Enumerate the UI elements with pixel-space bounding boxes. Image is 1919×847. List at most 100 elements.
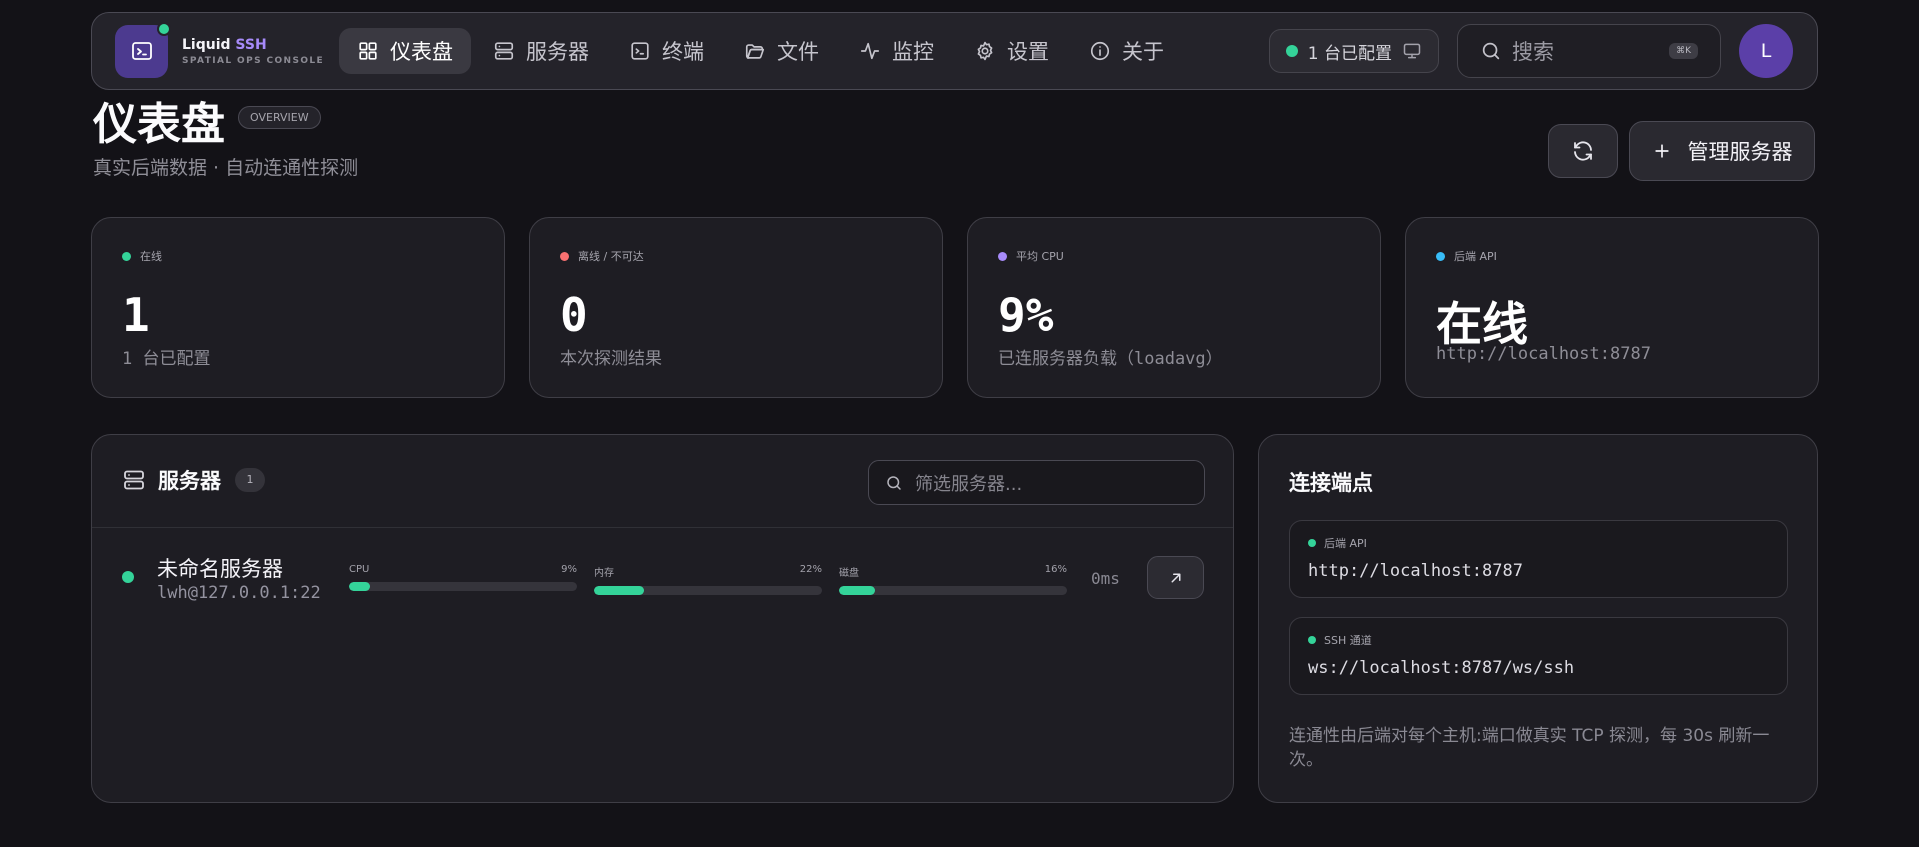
page-subtitle: 真实后端数据 · 自动连通性探测 (93, 157, 359, 179)
metric-bar (594, 586, 822, 595)
endpoints-panel: 连接端点 后端 API http://localhost:8787 SSH 通道… (1258, 434, 1818, 803)
servers-panel: 服务器 1 筛选服务器... 未命名服务器 lwh@127.0.0.1:22 C… (91, 434, 1234, 803)
tab-dashboard[interactable]: 仪表盘 (339, 28, 471, 74)
endpoint-ssh-channel[interactable]: SSH 通道 ws://localhost:8787/ws/ssh (1289, 617, 1788, 695)
status-dot (560, 251, 569, 261)
terminal-logo-icon (131, 42, 152, 60)
stat-desc: 本次探测结果 (560, 349, 662, 369)
metric-memory: 内存 22% (594, 564, 822, 595)
tab-files[interactable]: 文件 (726, 28, 837, 74)
plus-icon (1654, 144, 1669, 158)
status-dot (1308, 636, 1316, 644)
stat-label: 平均 CPU (998, 248, 1064, 264)
app-subtitle: SPATIAL OPS CONSOLE (182, 55, 325, 66)
tab-about[interactable]: 关于 (1071, 28, 1182, 74)
tab-label: 终端 (662, 40, 704, 64)
tab-servers[interactable]: 服务器 (475, 28, 607, 74)
endpoint-backend-api[interactable]: 后端 API http://localhost:8787 (1289, 520, 1788, 598)
tab-label: 设置 (1007, 40, 1049, 64)
grid-icon (359, 42, 377, 60)
page-title: 仪表盘 (93, 99, 225, 150)
metric-bar (839, 586, 1067, 595)
connectivity-note: 连通性由后端对每个主机:端口做真实 TCP 探测，每 30s 刷新一次。 (1289, 726, 1770, 770)
server-latency: 0ms (1091, 569, 1120, 588)
server-filter-input[interactable]: 筛选服务器... (868, 460, 1205, 505)
tab-terminal[interactable]: 终端 (611, 28, 722, 74)
endpoint-label: 后端 API (1308, 535, 1367, 551)
server-icon (124, 470, 144, 490)
tab-monitor[interactable]: 监控 (841, 28, 952, 74)
stat-label: 离线 / 不可达 (560, 248, 644, 264)
search-icon (1482, 42, 1500, 60)
server-row[interactable]: 未命名服务器 lwh@127.0.0.1:22 CPU 9% 内存 22% 磁盘 16… (92, 527, 1233, 625)
nav-tabs: 仪表盘 服务器 终端 文件 监控 设置 关于 (339, 28, 1186, 74)
tab-label: 监控 (892, 40, 934, 64)
stat-card-backend-api: 后端 API 在线 http://localhost:8787 (1405, 217, 1819, 398)
tab-label: 仪表盘 (390, 40, 453, 64)
overview-badge: OVERVIEW (238, 106, 321, 129)
stat-card-avg-cpu: 平均 CPU 9% 已连服务器负载（loadavg） (967, 217, 1381, 398)
shortcut-badge: ⌘K (1669, 43, 1698, 59)
stat-value: 0 (560, 288, 588, 342)
gear-icon (977, 41, 993, 61)
endpoint-value: ws://localhost:8787/ws/ssh (1308, 658, 1575, 678)
top-nav-bar: Liquid SSH SPATIAL OPS CONSOLE 仪表盘 服务器 终… (91, 12, 1818, 90)
endpoint-label: SSH 通道 (1308, 632, 1372, 648)
metric-fill (594, 586, 645, 595)
stat-value: 9% (998, 288, 1054, 342)
stat-card-online: 在线 1 1 台已配置 (91, 217, 505, 398)
online-indicator (157, 21, 171, 36)
stat-value: 1 (122, 288, 150, 342)
servers-panel-header: 服务器 1 (122, 465, 265, 495)
app-name: Liquid SSH (182, 36, 267, 53)
config-status-pill[interactable]: 1 台已配置 (1268, 29, 1439, 73)
server-count-badge: 1 (235, 468, 265, 492)
metric-fill (349, 582, 370, 591)
metric-label: CPU (349, 564, 370, 575)
servers-panel-title: 服务器 (158, 469, 221, 493)
terminal-icon (631, 42, 649, 60)
refresh-icon (1574, 141, 1592, 161)
stat-desc: 1 台已配置 (122, 349, 211, 369)
endpoint-value: http://localhost:8787 (1308, 561, 1523, 581)
status-dot (998, 251, 1007, 261)
folder-icon (745, 44, 765, 59)
manage-servers-label: 管理服务器 (1687, 140, 1793, 164)
refresh-button[interactable] (1548, 124, 1618, 178)
tab-label: 关于 (1122, 40, 1164, 64)
activity-icon (860, 42, 880, 60)
stat-card-offline: 离线 / 不可达 0 本次探测结果 (529, 217, 943, 398)
metric-value: 9% (561, 564, 577, 575)
metric-disk: 磁盘 16% (839, 564, 1067, 595)
metric-label: 磁盘 (839, 568, 859, 579)
tab-label: 文件 (777, 40, 819, 64)
manage-servers-button[interactable]: 管理服务器 (1629, 121, 1815, 181)
server-host: lwh@127.0.0.1:22 (157, 583, 321, 603)
status-dot (122, 251, 131, 261)
user-avatar[interactable]: L (1739, 24, 1793, 78)
metric-value: 22% (799, 564, 822, 575)
tab-label: 服务器 (526, 40, 589, 64)
server-name: 未命名服务器 (157, 557, 283, 581)
endpoints-title: 连接端点 (1289, 471, 1373, 495)
server-icon (494, 42, 514, 60)
search-icon (887, 475, 901, 490)
stat-desc: http://localhost:8787 (1436, 344, 1651, 364)
arrow-up-right-icon (1171, 573, 1180, 582)
info-icon (1090, 41, 1110, 61)
metric-value: 16% (1044, 564, 1067, 575)
stat-label: 在线 (122, 248, 162, 264)
brand[interactable]: Liquid SSH SPATIAL OPS CONSOLE (115, 21, 333, 78)
open-server-button[interactable] (1147, 556, 1204, 599)
metric-bar (349, 582, 577, 591)
monitor-icon (1403, 43, 1421, 59)
tab-settings[interactable]: 设置 (956, 28, 1067, 74)
status-dot (1436, 251, 1445, 261)
metric-label: 内存 (594, 568, 614, 579)
global-search[interactable]: 搜索 ⌘K (1457, 24, 1721, 78)
stat-desc: 已连服务器负载（loadavg） (998, 349, 1223, 369)
status-dot (1308, 539, 1316, 547)
filter-placeholder: 筛选服务器... (915, 473, 1023, 495)
app-logo (115, 21, 171, 78)
status-dot (1285, 45, 1298, 57)
